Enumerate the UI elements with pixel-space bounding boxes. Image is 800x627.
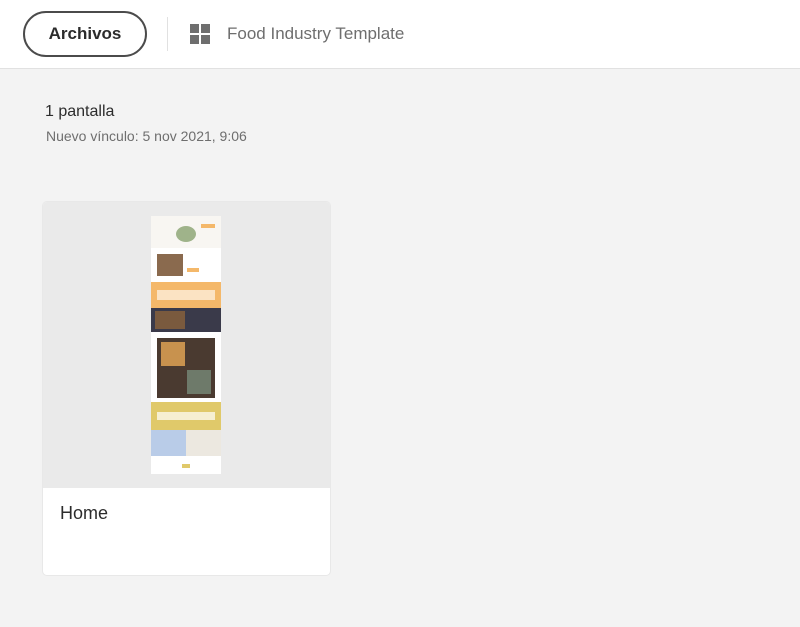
link-info: Nuevo vínculo: 5 nov 2021, 9:06: [46, 128, 247, 144]
project-title: Food Industry Template: [227, 24, 405, 43]
files-button[interactable]: Archivos: [23, 11, 147, 57]
screen-count: 1 pantalla: [45, 103, 115, 120]
home-page-thumbnail: [151, 216, 221, 474]
header-divider: [167, 17, 168, 51]
screen-card[interactable]: Home: [43, 202, 330, 575]
screen-name[interactable]: Home: [60, 503, 108, 524]
top-bar: Archivos Food Industry Template: [0, 0, 800, 69]
grid-icon[interactable]: [190, 24, 210, 44]
screen-thumbnail-area[interactable]: [43, 202, 330, 488]
